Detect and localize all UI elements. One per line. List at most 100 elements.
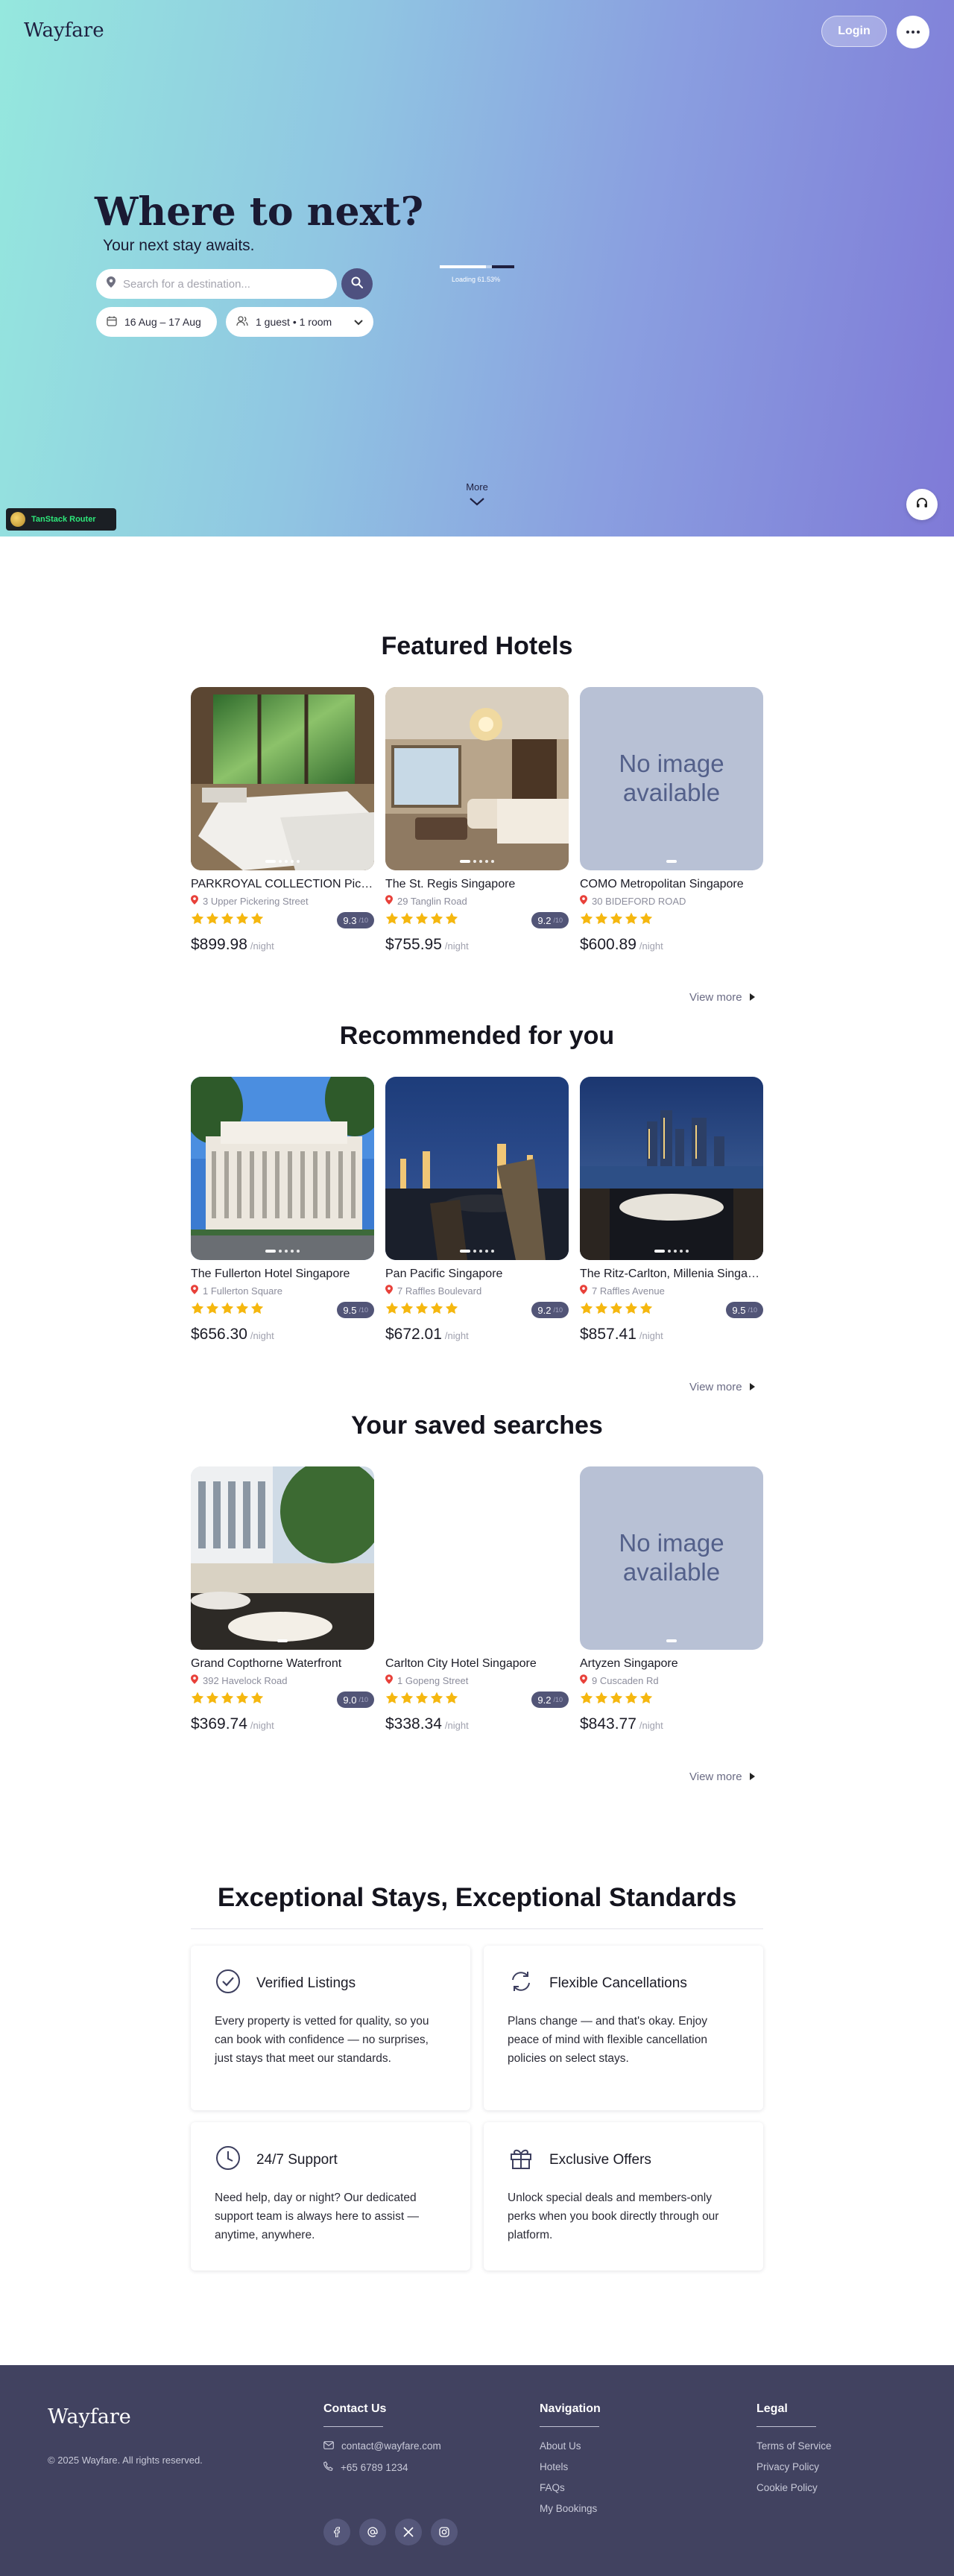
star-icon [430, 912, 443, 928]
hotel-price: $672.01/night [385, 1326, 569, 1344]
hotel-name[interactable]: The Fullerton Hotel Singapore [191, 1268, 374, 1282]
hotel-card[interactable]: Carlton City Hotel Singapore 1 Gopeng Str… [385, 1466, 569, 1733]
footer-link-bookings[interactable]: My Bookings [540, 2503, 601, 2514]
price-unit: /night [250, 1330, 274, 1341]
divider [191, 1928, 763, 1929]
star-icon [625, 1302, 638, 1318]
recommended-title: Recommended for you [339, 1022, 615, 1050]
hotel-card[interactable]: PARKROYAL COLLECTION Pickering, Singapor… [191, 687, 374, 954]
hotel-address-text: 29 Tanglin Road [397, 895, 467, 907]
star-icon [625, 1692, 638, 1708]
hotel-image-carousel[interactable] [385, 1077, 569, 1260]
star-icon [639, 1692, 653, 1708]
clock-icon [215, 2145, 241, 2175]
hotel-card[interactable]: The Ritz-Carlton, Millenia Singapore 7 Ra… [580, 1077, 763, 1344]
rating-max: /10 [358, 1306, 368, 1314]
scroll-more-label[interactable]: More [462, 481, 492, 493]
search-button[interactable] [341, 268, 373, 300]
star-icon [191, 912, 204, 928]
price-value: $338.34 [385, 1715, 442, 1732]
instagram-icon[interactable] [431, 2519, 458, 2545]
rating-row [580, 1692, 763, 1708]
star-icon [639, 912, 653, 928]
chevron-down-icon[interactable] [468, 496, 486, 510]
hotel-card[interactable]: The St. Regis Singapore 29 Tanglin Road 9.… [385, 687, 569, 954]
hotel-image-carousel[interactable] [580, 1077, 763, 1260]
feature-title: Flexible Cancellations [549, 1975, 687, 1991]
tanstack-logo-icon [10, 512, 25, 527]
hotel-name[interactable]: COMO Metropolitan Singapore [580, 878, 763, 893]
no-image-placeholder: No image available [580, 687, 763, 870]
hotel-image-carousel[interactable] [191, 687, 374, 870]
footer-link-faqs[interactable]: FAQs [540, 2482, 601, 2493]
date-picker[interactable]: 16 Aug – 17 Aug [96, 307, 217, 337]
footer-link-privacy[interactable]: Privacy Policy [756, 2461, 832, 2472]
price-unit: /night [639, 1720, 663, 1731]
contact-phone-text: +65 6789 1234 [341, 2461, 408, 2473]
hotel-image-carousel[interactable]: No image available [580, 1466, 763, 1650]
logo[interactable]: Wayfare [24, 19, 104, 42]
star-icon [250, 912, 264, 928]
hotel-card[interactable]: No image available COMO Metropolitan Sing… [580, 687, 763, 954]
threads-icon[interactable] [359, 2519, 386, 2545]
hotel-photo [191, 687, 374, 870]
hotel-card[interactable]: Pan Pacific Singapore 7 Raffles Boulevard… [385, 1077, 569, 1344]
footer-link-terms[interactable]: Terms of Service [756, 2440, 832, 2452]
location-pin-icon [385, 1285, 393, 1297]
featured-view-more-link[interactable]: View more [689, 991, 764, 1004]
star-icon [580, 1302, 593, 1318]
star-icon [191, 1692, 204, 1708]
footer-logo[interactable]: Wayfare [48, 2405, 131, 2428]
search-input[interactable] [123, 277, 317, 291]
mail-icon [323, 2440, 334, 2452]
tanstack-router-devtools-button[interactable]: TanStack Router [6, 508, 116, 531]
hotel-card[interactable]: No image available Artyzen Singapore 9 Cus… [580, 1466, 763, 1733]
hotel-name[interactable]: PARKROYAL COLLECTION Pickering, Singapor… [191, 878, 374, 893]
price-unit: /night [250, 1720, 274, 1731]
calendar-icon [107, 316, 117, 329]
login-button[interactable]: Login [821, 16, 887, 47]
hotel-image-carousel[interactable] [385, 687, 569, 870]
footer-heading: Legal [756, 2402, 788, 2415]
hotel-name[interactable]: The Ritz-Carlton, Millenia Singapore [580, 1268, 763, 1282]
ellipsis-icon[interactable] [897, 16, 929, 48]
star-icon [445, 1302, 458, 1318]
hotel-name[interactable]: Artyzen Singapore [580, 1657, 763, 1672]
price-value: $755.95 [385, 936, 442, 953]
support-button[interactable] [906, 489, 938, 520]
footer-link-hotels[interactable]: Hotels [540, 2461, 601, 2472]
hotel-name[interactable]: Grand Copthorne Waterfront [191, 1657, 374, 1672]
users-icon [236, 315, 248, 329]
rating-badge: 9.3/10 [337, 912, 374, 928]
footer: Wayfare © 2025 Wayfare. All rights reser… [0, 2365, 954, 2576]
hotel-name[interactable]: Carlton City Hotel Singapore [385, 1657, 569, 1672]
saved-view-more-link[interactable]: View more [689, 1770, 764, 1783]
feature-title: Verified Listings [256, 1975, 356, 1991]
x-icon[interactable] [395, 2519, 422, 2545]
contact-phone[interactable]: +65 6789 1234 [323, 2461, 441, 2473]
star-icon [400, 1302, 414, 1318]
feature-card-offers: Exclusive Offers Unlock special deals an… [484, 2122, 763, 2270]
footer-link-about[interactable]: About Us [540, 2440, 601, 2452]
hotel-image-carousel[interactable]: No image available [580, 687, 763, 870]
star-rating [191, 1302, 264, 1318]
hotel-name[interactable]: Pan Pacific Singapore [385, 1268, 569, 1282]
rating-row: 9.2/10 [385, 1692, 569, 1708]
footer-link-cookies[interactable]: Cookie Policy [756, 2482, 832, 2493]
hotel-image-carousel[interactable] [191, 1466, 374, 1650]
hotel-address-text: 30 BIDEFORD ROAD [592, 895, 686, 907]
hotel-address: 1 Gopeng Street [385, 1674, 569, 1687]
hotel-card[interactable]: The Fullerton Hotel Singapore 1 Fullerton… [191, 1077, 374, 1344]
recommended-view-more-link[interactable]: View more [689, 1381, 764, 1393]
hotel-card[interactable]: Grand Copthorne Waterfront 392 Havelock R… [191, 1466, 374, 1733]
hotel-name[interactable]: The St. Regis Singapore [385, 878, 569, 893]
feature-title: 24/7 Support [256, 2151, 338, 2168]
price-unit: /night [639, 940, 663, 952]
facebook-icon[interactable] [323, 2519, 350, 2545]
contact-email[interactable]: contact@wayfare.com [323, 2440, 441, 2452]
hotel-image-carousel[interactable] [385, 1466, 569, 1650]
featured-title: Featured Hotels [381, 632, 573, 660]
guests-selector[interactable]: 1 guest • 1 room [226, 307, 373, 337]
tanstack-label: TanStack Router [31, 515, 96, 524]
hotel-image-carousel[interactable] [191, 1077, 374, 1260]
